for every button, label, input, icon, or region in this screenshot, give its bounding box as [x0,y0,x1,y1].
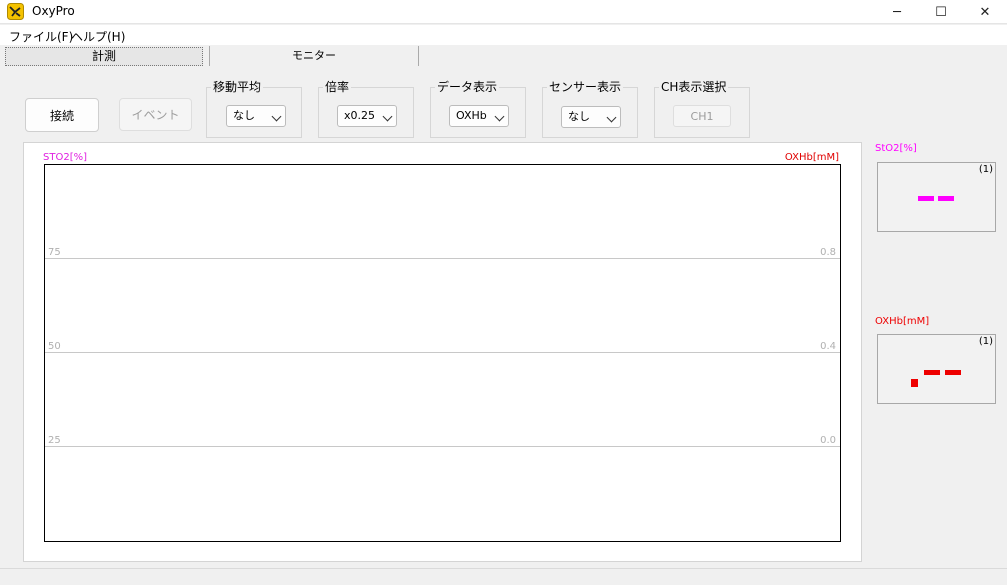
oxhb-monitor-box: (1) [877,334,996,404]
sto2-dash-2 [938,196,954,201]
title-bar: OxyPro ─ ☐ ✕ [0,0,1007,24]
right-tick-label: 0.0 [820,435,836,446]
moving-average-select[interactable]: なし [226,105,286,127]
app-logo-icon [7,3,24,20]
right-axis-label: OXHb[mM] [784,152,839,163]
oxhb-dot [911,379,918,387]
event-button[interactable]: イベント [119,98,192,131]
chart-panel: 75 50 25 0.8 0.4 0.0 STO2[%] OXHb[mM] [23,142,862,562]
minimize-button[interactable]: ─ [874,0,920,24]
magnification-value: x0.25 [344,109,376,122]
moving-average-label: 移動平均 [211,80,264,94]
magnification-label: 倍率 [323,80,352,94]
status-bar [0,568,1007,585]
menu-help[interactable]: ヘルプ(H) [71,28,125,45]
oxhb-dash-2 [945,370,961,375]
menu-bar: ファイル(F) ヘルプ(H) [0,25,1007,45]
oxhb-channel-label: (1) [978,336,993,347]
chevron-down-icon [494,111,505,122]
tab-measure[interactable]: 計測 [5,47,203,66]
maximize-button[interactable]: ☐ [918,0,964,24]
left-tick-label: 25 [48,435,61,446]
data-display-value: OXHb [456,109,487,122]
chevron-down-icon [271,111,282,122]
sensor-display-value: なし [568,110,590,123]
magnification-select[interactable]: x0.25 [337,105,397,127]
connect-button[interactable]: 接続 [25,98,99,132]
data-display-label: データ表示 [435,80,500,94]
chevron-down-icon [606,112,617,123]
left-tick-label: 50 [48,341,61,352]
oxhb-dash-1 [924,370,940,375]
left-tick-label: 75 [48,247,61,258]
close-button[interactable]: ✕ [962,0,1007,24]
tab-monitor[interactable]: モニター [209,46,419,66]
sto2-monitor-label: StO2[%] [875,143,917,154]
sensor-display-select[interactable]: なし [561,106,621,128]
sto2-monitor-box: (1) [877,162,996,232]
window-title: OxyPro [32,4,75,18]
sensor-display-label: センサー表示 [547,80,624,94]
right-tick-label: 0.4 [820,341,836,352]
left-axis-label: STO2[%] [43,152,87,163]
data-display-select[interactable]: OXHb [449,105,509,127]
chart-plot: 75 50 25 0.8 0.4 0.0 [44,164,841,542]
sto2-channel-label: (1) [978,164,993,175]
oxhb-monitor-label: OXHb[mM] [875,316,930,327]
right-tick-label: 0.8 [820,247,836,258]
ch1-button[interactable]: CH1 [673,105,731,127]
moving-average-value: なし [233,109,255,122]
ch-select-label: CH表示選択 [659,80,729,94]
sto2-dash-1 [918,196,934,201]
chevron-down-icon [382,111,393,122]
menu-file[interactable]: ファイル(F) [9,28,73,45]
